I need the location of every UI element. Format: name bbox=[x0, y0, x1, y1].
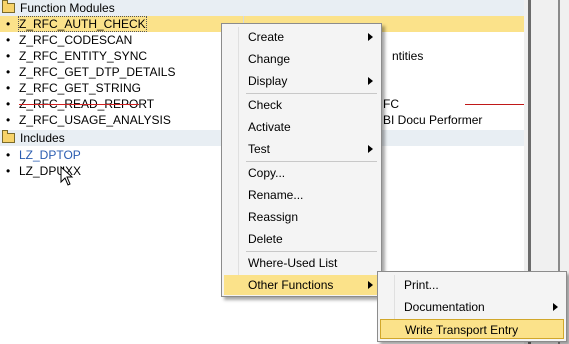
menu-item-test[interactable]: Test bbox=[224, 139, 379, 159]
menu-item-label: Write Transport Entry bbox=[405, 323, 519, 337]
bullet: • bbox=[6, 33, 11, 47]
function-module-name[interactable]: Z_RFC_CODESCAN bbox=[19, 32, 132, 48]
menu-item-label: Delete bbox=[248, 232, 283, 246]
include-name[interactable]: LZ_DPTOP bbox=[19, 147, 81, 163]
function-module-desc: FC bbox=[383, 97, 399, 111]
function-module-name[interactable]: Z_RFC_ENTITY_SYNC bbox=[19, 48, 147, 64]
other-functions-submenu: Print... Documentation Write Transport E… bbox=[377, 271, 567, 342]
menu-item-reassign[interactable]: Reassign bbox=[224, 207, 379, 227]
folder-icon bbox=[2, 0, 15, 13]
function-module-desc: ntities bbox=[392, 49, 424, 63]
menu-item-check[interactable]: Check bbox=[224, 95, 379, 115]
bullet: • bbox=[6, 81, 11, 95]
function-module-name[interactable]: Z_RFC_GET_STRING bbox=[19, 80, 141, 96]
submenu-arrow-icon bbox=[368, 281, 373, 289]
menu-item-display[interactable]: Display bbox=[224, 71, 379, 91]
folder-label: Includes bbox=[20, 131, 65, 145]
menu-item-change[interactable]: Change bbox=[224, 49, 379, 69]
strike-line bbox=[19, 104, 139, 105]
menu-item-rename[interactable]: Rename... bbox=[224, 185, 379, 205]
context-menu: Create Change Display Check Activate Tes… bbox=[221, 23, 382, 297]
submenu-arrow-icon bbox=[553, 303, 558, 311]
menu-item-label: Other Functions bbox=[248, 278, 334, 292]
menu-item-label: Print... bbox=[404, 278, 439, 292]
folder-function-modules[interactable]: Function Modules bbox=[0, 0, 524, 16]
submenu-arrow-icon bbox=[368, 33, 373, 41]
folder-label: Function Modules bbox=[20, 1, 115, 15]
submenu-arrow-icon bbox=[368, 77, 373, 85]
mouse-cursor-icon bbox=[60, 166, 74, 186]
function-module-name[interactable]: Z_RFC_AUTH_CHECK bbox=[18, 16, 147, 32]
function-module-name[interactable]: Z_RFC_GET_DTP_DETAILS bbox=[19, 64, 175, 80]
menu-item-label: Test bbox=[248, 142, 271, 156]
function-module-name[interactable]: Z_RFC_USAGE_ANALYSIS bbox=[19, 112, 171, 128]
menu-item-label: Documentation bbox=[404, 300, 485, 314]
menu-item-create[interactable]: Create bbox=[224, 27, 379, 47]
menu-item-label: Activate bbox=[248, 120, 291, 134]
menu-item-write-transport-entry[interactable]: Write Transport Entry bbox=[380, 319, 564, 339]
menu-item-label: Rename... bbox=[248, 188, 304, 202]
menu-item-label: Check bbox=[248, 98, 283, 112]
menu-item-where-used-list[interactable]: Where-Used List bbox=[224, 253, 379, 273]
bullet: • bbox=[6, 49, 11, 63]
menu-item-documentation[interactable]: Documentation bbox=[380, 297, 564, 317]
bullet: • bbox=[6, 65, 11, 79]
menu-item-copy[interactable]: Copy... bbox=[224, 163, 379, 183]
menu-separator bbox=[246, 161, 377, 162]
menu-item-label: Where-Used List bbox=[248, 256, 338, 270]
menu-item-label: Reassign bbox=[248, 210, 299, 224]
menu-separator bbox=[246, 93, 377, 94]
menu-item-delete[interactable]: Delete bbox=[224, 229, 379, 249]
menu-item-label: Display bbox=[248, 74, 288, 88]
bullet: • bbox=[6, 148, 11, 162]
menu-separator bbox=[246, 251, 377, 252]
bullet: • bbox=[6, 17, 11, 31]
menu-item-other-functions[interactable]: Other Functions bbox=[224, 275, 379, 295]
bullet: • bbox=[6, 113, 11, 127]
folder-icon bbox=[2, 130, 15, 143]
bullet: • bbox=[6, 164, 11, 178]
menu-item-label: Copy... bbox=[248, 166, 286, 180]
submenu-arrow-icon bbox=[368, 145, 373, 153]
function-module-desc: BI Docu Performer bbox=[383, 113, 483, 127]
menu-item-label: Change bbox=[248, 52, 291, 66]
menu-item-print[interactable]: Print... bbox=[380, 275, 564, 295]
menu-item-label: Create bbox=[248, 30, 285, 44]
menu-item-activate[interactable]: Activate bbox=[224, 117, 379, 137]
bullet: • bbox=[6, 97, 11, 111]
